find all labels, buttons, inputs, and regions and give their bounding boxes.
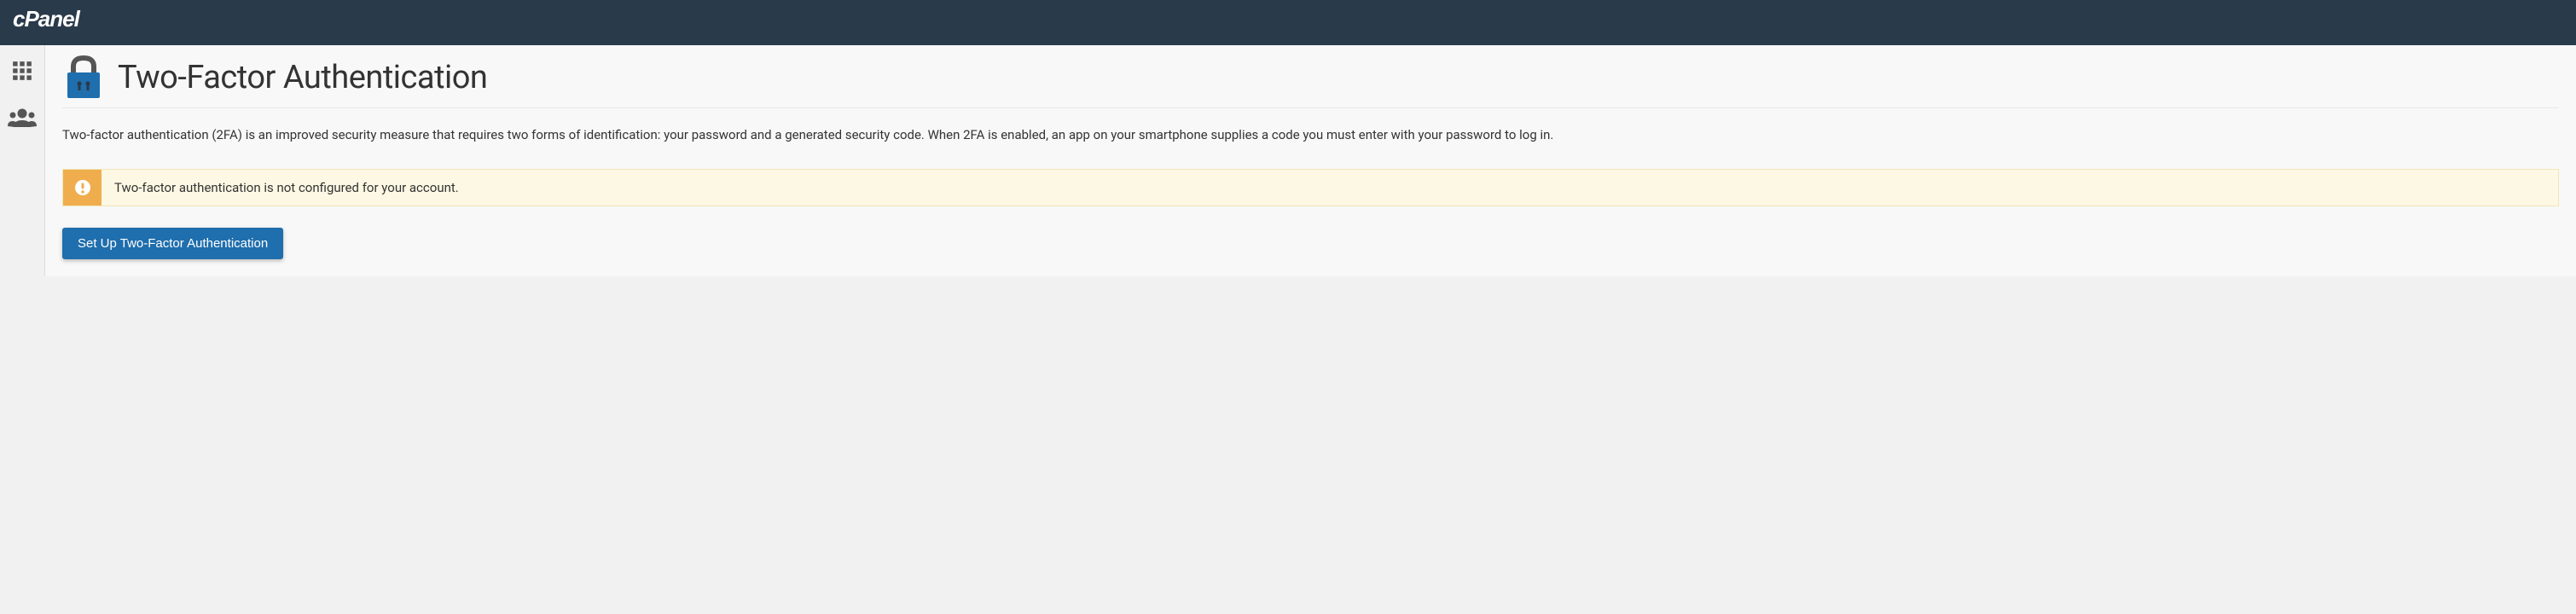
warning-icon [63, 170, 102, 206]
cpanel-logo-svg: cPanel [13, 8, 107, 32]
setup-2fa-button[interactable]: Set Up Two-Factor Authentication [62, 228, 283, 259]
sidebar [0, 45, 45, 276]
sidebar-users-icon[interactable] [5, 101, 39, 135]
svg-text:cPanel: cPanel [13, 8, 81, 32]
lock-icon [62, 54, 105, 101]
page-title: Two-Factor Authentication [118, 59, 487, 96]
page-description: Two-factor authentication (2FA) is an im… [62, 125, 2559, 145]
cpanel-logo[interactable]: cPanel [13, 8, 107, 38]
sidebar-grid-icon[interactable] [5, 54, 39, 88]
warning-alert: Two-factor authentication is not configu… [62, 169, 2559, 206]
content-area: Two-Factor Authentication Two-factor aut… [45, 45, 2576, 276]
alert-message: Two-factor authentication is not configu… [102, 170, 472, 206]
top-header: cPanel [0, 0, 2576, 45]
page-header: Two-Factor Authentication [62, 54, 2559, 108]
users-icon [8, 107, 37, 129]
grid-icon [11, 60, 33, 82]
main-area: Two-Factor Authentication Two-factor aut… [0, 45, 2576, 276]
